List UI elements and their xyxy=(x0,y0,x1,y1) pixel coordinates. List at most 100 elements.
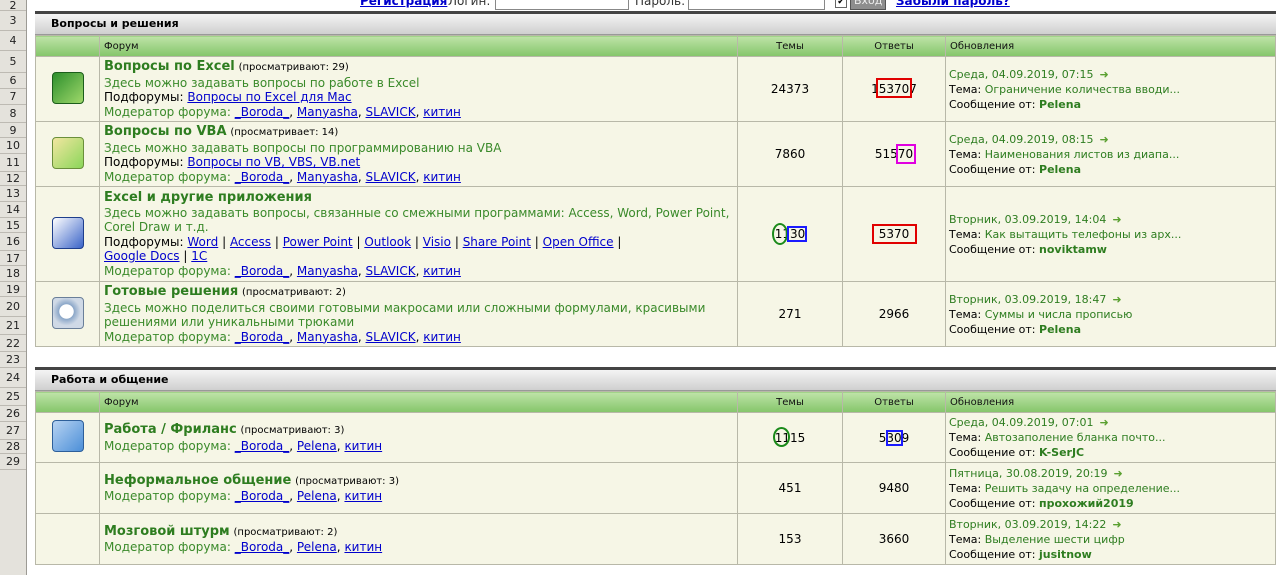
row-number[interactable]: 11 xyxy=(0,154,26,172)
forum-title[interactable]: Работа / Фриланс xyxy=(104,422,237,437)
go-arrow-icon[interactable]: ➜ xyxy=(1099,416,1108,429)
row-number[interactable]: 4 xyxy=(0,31,26,51)
row-number[interactable]: 18 xyxy=(0,266,26,282)
row-number[interactable]: 21 xyxy=(0,317,26,335)
moderator-link[interactable]: _Boroda_ xyxy=(235,264,290,278)
go-arrow-icon[interactable]: ➜ xyxy=(1112,518,1121,531)
forum-title[interactable]: Готовые решения xyxy=(104,284,238,299)
subforum-link[interactable]: Outlook xyxy=(364,235,411,249)
last-topic-link[interactable]: Наименования листов из диапа... xyxy=(985,148,1180,161)
login-input[interactable] xyxy=(495,0,629,10)
moderator-link[interactable]: SLAVICK xyxy=(366,330,416,344)
row-number[interactable]: 2 xyxy=(0,0,26,11)
enter-button[interactable]: Вход xyxy=(850,0,887,10)
go-arrow-icon[interactable]: ➜ xyxy=(1099,133,1108,146)
row-number[interactable]: 23 xyxy=(0,352,26,368)
forum-title[interactable]: Мозговой штурм xyxy=(104,524,230,539)
register-link[interactable]: Регистрация xyxy=(360,0,447,8)
last-topic-link[interactable]: Суммы и числа прописью xyxy=(985,308,1133,321)
subforum-link[interactable]: Вопросы по VB, VBS, VB.net xyxy=(187,155,360,169)
forum-title[interactable]: Вопросы по VBA xyxy=(104,124,227,139)
row-number[interactable]: 26 xyxy=(0,406,26,422)
subforum-link[interactable]: Power Point xyxy=(283,235,353,249)
moderator-link[interactable]: Manyasha xyxy=(297,170,358,184)
row-number[interactable]: 8 xyxy=(0,105,26,123)
go-arrow-icon[interactable]: ➜ xyxy=(1099,68,1108,81)
row-number[interactable]: 15 xyxy=(0,218,26,233)
row-number[interactable]: 28 xyxy=(0,440,26,454)
moderator-link[interactable]: Pelena xyxy=(297,540,337,554)
row-number[interactable]: 24 xyxy=(0,368,26,388)
moderator-link[interactable]: Manyasha xyxy=(297,264,358,278)
moderator-link[interactable]: _Boroda_ xyxy=(235,170,290,184)
row-number[interactable]: 16 xyxy=(0,233,26,251)
subforum-link[interactable]: Share Point xyxy=(463,235,531,249)
last-user-link[interactable]: jusitnow xyxy=(1039,548,1092,561)
moderator-link[interactable]: SLAVICK xyxy=(366,170,416,184)
moderator-link[interactable]: китин xyxy=(423,170,461,184)
moderator-link[interactable]: Manyasha xyxy=(297,105,358,119)
last-user-link[interactable]: Pelena xyxy=(1039,163,1081,176)
last-user-link[interactable]: прохожий2019 xyxy=(1039,497,1134,510)
row-number[interactable]: 3 xyxy=(0,11,26,31)
subforum-link[interactable]: Google Docs xyxy=(104,249,180,263)
last-topic-link[interactable]: Автозаполение бланка почто... xyxy=(985,431,1166,444)
subforum-link[interactable]: Access xyxy=(230,235,271,249)
row-number[interactable]: 19 xyxy=(0,282,26,297)
go-arrow-icon[interactable]: ➜ xyxy=(1112,213,1121,226)
moderator-link[interactable]: китин xyxy=(423,105,461,119)
moderators-label: Модератор форума: xyxy=(104,169,231,184)
moderator-link[interactable]: китин xyxy=(344,489,382,503)
row-number[interactable]: 10 xyxy=(0,138,26,154)
last-topic-link[interactable]: Выделение шести цифр xyxy=(985,533,1125,546)
moderator-link[interactable]: SLAVICK xyxy=(366,105,416,119)
row-number[interactable]: 5 xyxy=(0,51,26,73)
forgot-password-link[interactable]: Забыли пароль? xyxy=(896,0,1010,8)
subforum-link[interactable]: Вопросы по Excel для Mac xyxy=(187,90,351,104)
moderator-link[interactable]: _Boroda_ xyxy=(235,105,290,119)
row-number[interactable]: 20 xyxy=(0,297,26,317)
moderator-link[interactable]: Pelena xyxy=(297,489,337,503)
go-arrow-icon[interactable]: ➜ xyxy=(1114,467,1123,480)
last-user-link[interactable]: K-SerJC xyxy=(1039,446,1084,459)
subforum-link[interactable]: Word xyxy=(187,235,218,249)
last-user-link[interactable]: Pelena xyxy=(1039,323,1081,336)
row-number[interactable]: 9 xyxy=(0,123,26,138)
moderator-link[interactable]: _Boroda_ xyxy=(235,439,290,453)
go-arrow-icon[interactable]: ➜ xyxy=(1112,293,1121,306)
row-number[interactable]: 12 xyxy=(0,172,26,186)
row-number[interactable]: 27 xyxy=(0,422,26,440)
row-number[interactable]: 29 xyxy=(0,454,26,470)
moderator-link[interactable]: _Boroda_ xyxy=(235,330,290,344)
moderator-link[interactable]: Pelena xyxy=(297,439,337,453)
row-number[interactable]: 14 xyxy=(0,202,26,218)
subforum-link[interactable]: Visio xyxy=(423,235,451,249)
last-user-link[interactable]: noviktamw xyxy=(1039,243,1107,256)
forum-title[interactable]: Неформальное общение xyxy=(104,473,291,488)
last-topic-link[interactable]: Ограничение количества вводи... xyxy=(985,83,1180,96)
moderator-link[interactable]: Manyasha xyxy=(297,330,358,344)
last-topic-link[interactable]: Как вытащить телефоны из арх... xyxy=(985,228,1182,241)
moderator-link[interactable]: SLAVICK xyxy=(366,264,416,278)
subforum-link[interactable]: 1C xyxy=(191,249,207,263)
row-number[interactable]: 22 xyxy=(0,335,26,352)
row-number[interactable]: 25 xyxy=(0,388,26,406)
moderator-link[interactable]: китин xyxy=(344,439,382,453)
last-topic-link[interactable]: Решить задачу на определение... xyxy=(985,482,1180,495)
moderator-link[interactable]: _Boroda_ xyxy=(235,540,290,554)
moderator-link[interactable]: китин xyxy=(344,540,382,554)
moderator-link[interactable]: китин xyxy=(423,264,461,278)
forum-title[interactable]: Вопросы по Excel xyxy=(104,59,235,74)
update-date: Вторник, 03.09.2019, 14:04 xyxy=(949,212,1107,226)
forum-title[interactable]: Excel и другие приложения xyxy=(104,190,312,205)
remember-checkbox[interactable]: ✔ xyxy=(835,0,847,8)
last-user-link[interactable]: Pelena xyxy=(1039,98,1081,111)
subforum-link[interactable]: Open Office xyxy=(543,235,614,249)
moderator-link[interactable]: китин xyxy=(423,330,461,344)
row-number[interactable]: 17 xyxy=(0,251,26,266)
password-input[interactable] xyxy=(688,0,825,10)
moderator-link[interactable]: _Boroda_ xyxy=(235,489,290,503)
row-number[interactable]: 6 xyxy=(0,73,26,89)
row-number[interactable]: 7 xyxy=(0,89,26,105)
row-number[interactable]: 13 xyxy=(0,186,26,202)
